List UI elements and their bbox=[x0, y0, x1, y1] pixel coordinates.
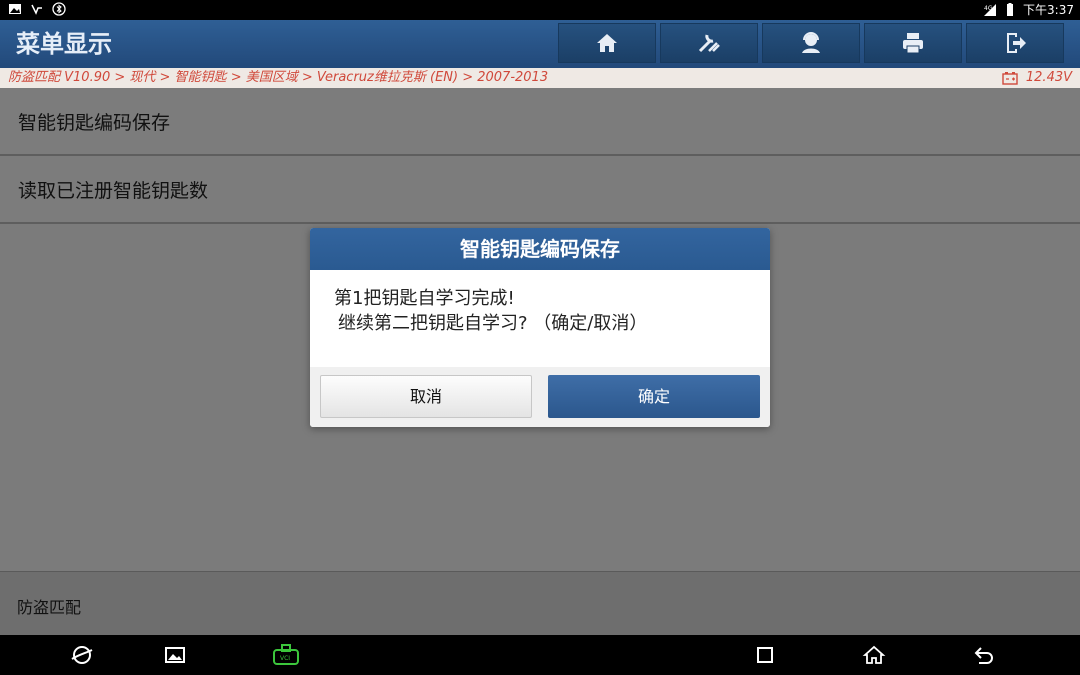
tools-button[interactable] bbox=[660, 23, 758, 63]
dialog-footer: 取消 确定 bbox=[310, 367, 770, 427]
menu-item-read-registered-keys[interactable]: 读取已注册智能钥匙数 bbox=[0, 156, 1080, 224]
dialog-message: 第1把钥匙自学习完成! 继续第二把钥匙自学习? （确定/取消） bbox=[310, 270, 770, 367]
tools-icon bbox=[698, 34, 720, 53]
image-icon bbox=[9, 4, 21, 14]
cancel-button[interactable]: 取消 bbox=[320, 375, 532, 418]
ok-button[interactable]: 确定 bbox=[548, 375, 760, 418]
print-icon bbox=[903, 33, 923, 54]
battery-voltage-icon bbox=[1002, 72, 1018, 85]
print-button[interactable] bbox=[864, 23, 962, 63]
gallery-icon[interactable] bbox=[163, 643, 187, 667]
browser-icon[interactable] bbox=[70, 643, 94, 667]
exit-icon bbox=[1007, 33, 1026, 53]
exit-button[interactable] bbox=[966, 23, 1064, 63]
status-time: 下午3:37 bbox=[1023, 3, 1074, 17]
svg-text:VCI: VCI bbox=[280, 655, 290, 662]
menu-item-key-code-save[interactable]: 智能钥匙编码保存 bbox=[0, 88, 1080, 156]
breadcrumb-bar: 防盗匹配 V10.90 > 现代 > 智能钥匙 > 美国区域 > Veracru… bbox=[0, 68, 1080, 88]
usb-debug-icon bbox=[31, 4, 42, 15]
bluetooth-icon bbox=[52, 2, 66, 16]
menu-item-label: 智能钥匙编码保存 bbox=[18, 111, 171, 134]
recent-apps-icon[interactable] bbox=[753, 643, 777, 667]
footer-bar: 防盗匹配 bbox=[0, 571, 1080, 635]
voltage-value: 12.43V bbox=[1025, 70, 1072, 85]
dialog-line-1: 第1把钥匙自学习完成! bbox=[334, 288, 515, 309]
header-toolbar bbox=[558, 23, 1068, 63]
battery-icon bbox=[1007, 3, 1014, 16]
home-icon bbox=[597, 34, 617, 52]
dialog-title: 智能钥匙编码保存 bbox=[310, 228, 770, 270]
app-header: 菜单显示 bbox=[0, 20, 1080, 68]
status-right: 4G 下午3:37 bbox=[983, 2, 1074, 18]
home-nav-icon[interactable] bbox=[862, 643, 886, 667]
back-icon[interactable] bbox=[972, 643, 996, 667]
status-left-icons bbox=[8, 2, 66, 16]
signal-icon: 4G bbox=[984, 4, 997, 16]
menu-list: 智能钥匙编码保存 读取已注册智能钥匙数 bbox=[0, 88, 1080, 224]
home-button[interactable] bbox=[558, 23, 656, 63]
status-bar: 4G 下午3:37 bbox=[0, 0, 1080, 20]
breadcrumb: 防盗匹配 V10.90 > 现代 > 智能钥匙 > 美国区域 > Veracru… bbox=[8, 70, 549, 85]
android-nav-bar: VCI bbox=[0, 635, 1080, 675]
page-title: 菜单显示 bbox=[16, 30, 112, 58]
footer-label: 防盗匹配 bbox=[17, 598, 82, 617]
svg-text:4G: 4G bbox=[984, 5, 993, 12]
confirm-dialog: 智能钥匙编码保存 第1把钥匙自学习完成! 继续第二把钥匙自学习? （确定/取消）… bbox=[310, 228, 770, 427]
voltage-indicator: 12.43V bbox=[1002, 69, 1072, 87]
menu-item-label: 读取已注册智能钥匙数 bbox=[18, 179, 209, 202]
support-icon bbox=[802, 32, 820, 53]
vci-icon[interactable]: VCI bbox=[272, 643, 300, 667]
dialog-line-2: 继续第二把钥匙自学习? （确定/取消） bbox=[338, 313, 648, 334]
support-button[interactable] bbox=[762, 23, 860, 63]
